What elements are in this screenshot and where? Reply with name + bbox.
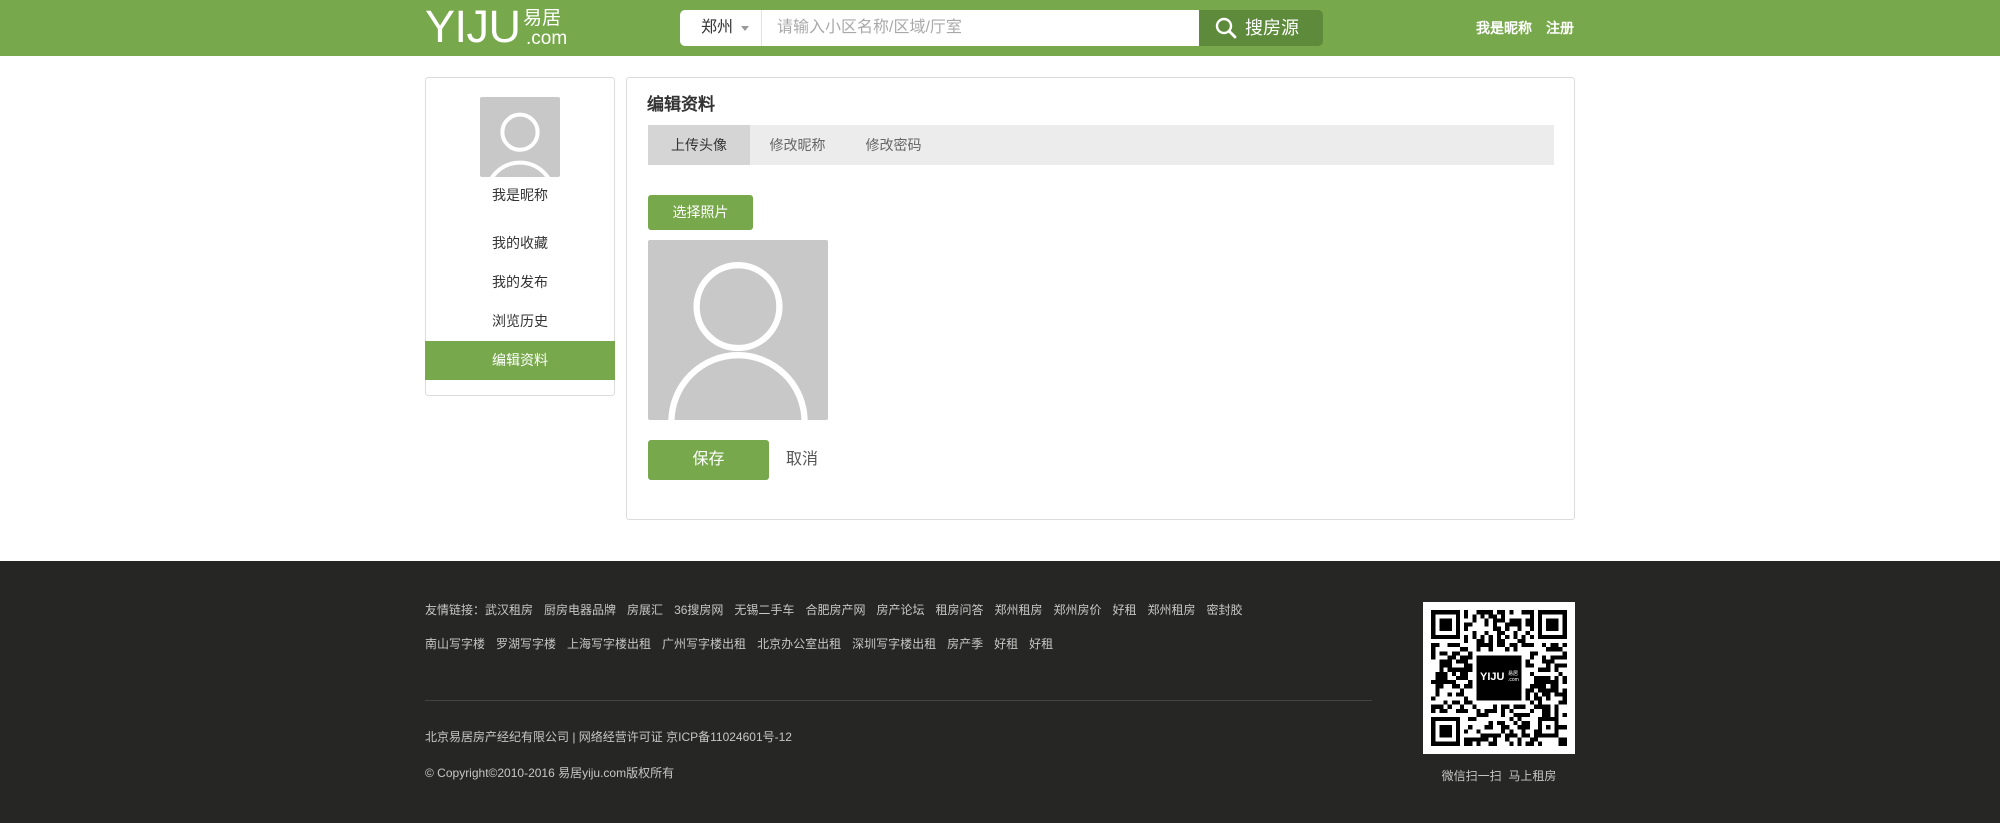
company-license-text: 北京易居房产经纪有限公司 | 网络经营许可证 京ICP备11024601号-12 (425, 730, 792, 744)
friend-links-label: 友情链接： (425, 603, 486, 617)
footer-link[interactable]: 36搜房网 (674, 601, 723, 619)
footer-link[interactable]: 房展汇 (627, 601, 663, 619)
sidebar-item-favorites[interactable]: 我的收藏 (425, 224, 615, 263)
logo-domain-suffix: .com (526, 28, 568, 49)
office-links-row: 南山写字楼 罗湖写字楼 上海写字楼出租 广州写字楼出租 北京办公室出租 深圳写字… (425, 635, 1064, 653)
cancel-link[interactable]: 取消 (786, 440, 818, 480)
qr-finder-bottom-left (1431, 717, 1460, 746)
edit-profile-panel: 编辑资料 上传头像 修改昵称 修改密码 选择照片 保存 取消 (626, 77, 1575, 520)
qr-caption: 微信扫一扫 马上租房 (1441, 769, 1557, 783)
tab-change-nickname[interactable]: 修改昵称 (750, 125, 845, 165)
user-silhouette-icon (668, 262, 808, 420)
sidebar-item-edit-profile[interactable]: 编辑资料 (425, 341, 615, 380)
search-button-label: 搜房源 (1245, 18, 1299, 38)
qr-logo-wordmark: YIJU (1480, 671, 1505, 683)
tab-change-password[interactable]: 修改密码 (845, 125, 942, 165)
footer-link[interactable]: 南山写字楼 (425, 635, 485, 653)
footer-link[interactable]: 郑州租房 (994, 601, 1042, 619)
qr-code-icon: YIJU 易居 .com (1423, 602, 1575, 754)
search-button[interactable]: 搜房源 (1199, 10, 1323, 46)
copyright-text: © Copyright©2010-2016 易居yiju.com版权所有 (425, 766, 675, 780)
user-nickname-link[interactable]: 我是昵称 (1476, 18, 1532, 38)
search-icon (1215, 17, 1237, 39)
qr-finder-top-right (1538, 610, 1567, 639)
footer-link[interactable]: 武汉租房 (485, 601, 533, 619)
qr-logo-domain-suffix: .com (1508, 677, 1519, 683)
profile-tabs: 上传头像 修改昵称 修改密码 (648, 125, 1554, 165)
avatar-preview (648, 240, 828, 420)
footer-link[interactable]: 厨房电器品牌 (544, 601, 616, 619)
user-silhouette-icon (490, 112, 550, 177)
logo-chinese-name: 易居 (523, 8, 562, 29)
city-selector[interactable]: 郑州 (680, 10, 761, 46)
footer-link[interactable]: 好租 (994, 635, 1018, 653)
footer-link[interactable]: 密封胶 (1207, 601, 1243, 619)
sidebar-item-browsing-history[interactable]: 浏览历史 (425, 302, 615, 341)
footer-link[interactable]: 郑州房价 (1054, 601, 1102, 619)
sidebar-nickname: 我是昵称 (492, 187, 548, 203)
city-selector-label: 郑州 (701, 19, 734, 36)
footer-link[interactable]: 上海写字楼出租 (567, 635, 651, 653)
footer-link[interactable]: 罗湖写字楼 (496, 635, 556, 653)
tab-upload-avatar[interactable]: 上传头像 (648, 125, 750, 165)
footer-link[interactable]: 无锡二手车 (734, 601, 794, 619)
caret-down-icon (741, 26, 749, 31)
qr-finder-top-left (1431, 610, 1460, 639)
choose-photo-button[interactable]: 选择照片 (648, 195, 753, 230)
search-bar: 郑州 搜房源 (680, 10, 1323, 46)
search-input[interactable] (762, 10, 1199, 46)
site-logo[interactable]: YIJU 易居 .com (425, 4, 575, 52)
register-link[interactable]: 注册 (1546, 18, 1574, 38)
friend-links-row: 友情链接： 武汉租房 厨房电器品牌 房展汇 36搜房网 无锡二手车 合肥房产网 … (425, 601, 1254, 619)
footer-divider (425, 700, 1372, 701)
footer-link[interactable]: 深圳写字楼出租 (852, 635, 936, 653)
qr-center-logo: YIJU 易居 .com (1476, 655, 1522, 701)
footer-link[interactable]: 郑州租房 (1148, 601, 1196, 619)
footer-link[interactable]: 北京办公室出租 (757, 635, 841, 653)
footer-link[interactable]: 好租 (1029, 635, 1053, 653)
top-navigation-bar: YIJU 易居 .com 郑州 搜房源 我是昵称 注册 (0, 0, 2000, 56)
sidebar-menu: 我的收藏 我的发布 浏览历史 编辑资料 (425, 224, 615, 380)
save-button[interactable]: 保存 (648, 440, 769, 480)
footer-link[interactable]: 好租 (1113, 601, 1137, 619)
footer-link[interactable]: 广州写字楼出租 (662, 635, 746, 653)
footer-link[interactable]: 房产论坛 (876, 601, 924, 619)
logo-wordmark: YIJU (425, 1, 521, 52)
footer-link[interactable]: 合肥房产网 (805, 601, 865, 619)
site-footer: 友情链接： 武汉租房 厨房电器品牌 房展汇 36搜房网 无锡二手车 合肥房产网 … (0, 561, 2000, 823)
sidebar-item-my-posts[interactable]: 我的发布 (425, 263, 615, 302)
page-title: 编辑资料 (647, 95, 715, 114)
qr-alignment-pattern (1538, 717, 1559, 738)
sidebar-avatar[interactable] (480, 97, 560, 177)
footer-link[interactable]: 房产季 (947, 635, 983, 653)
footer-link[interactable]: 租房问答 (935, 601, 983, 619)
user-sidebar: 我是昵称 我的收藏 我的发布 浏览历史 编辑资料 (425, 77, 615, 396)
